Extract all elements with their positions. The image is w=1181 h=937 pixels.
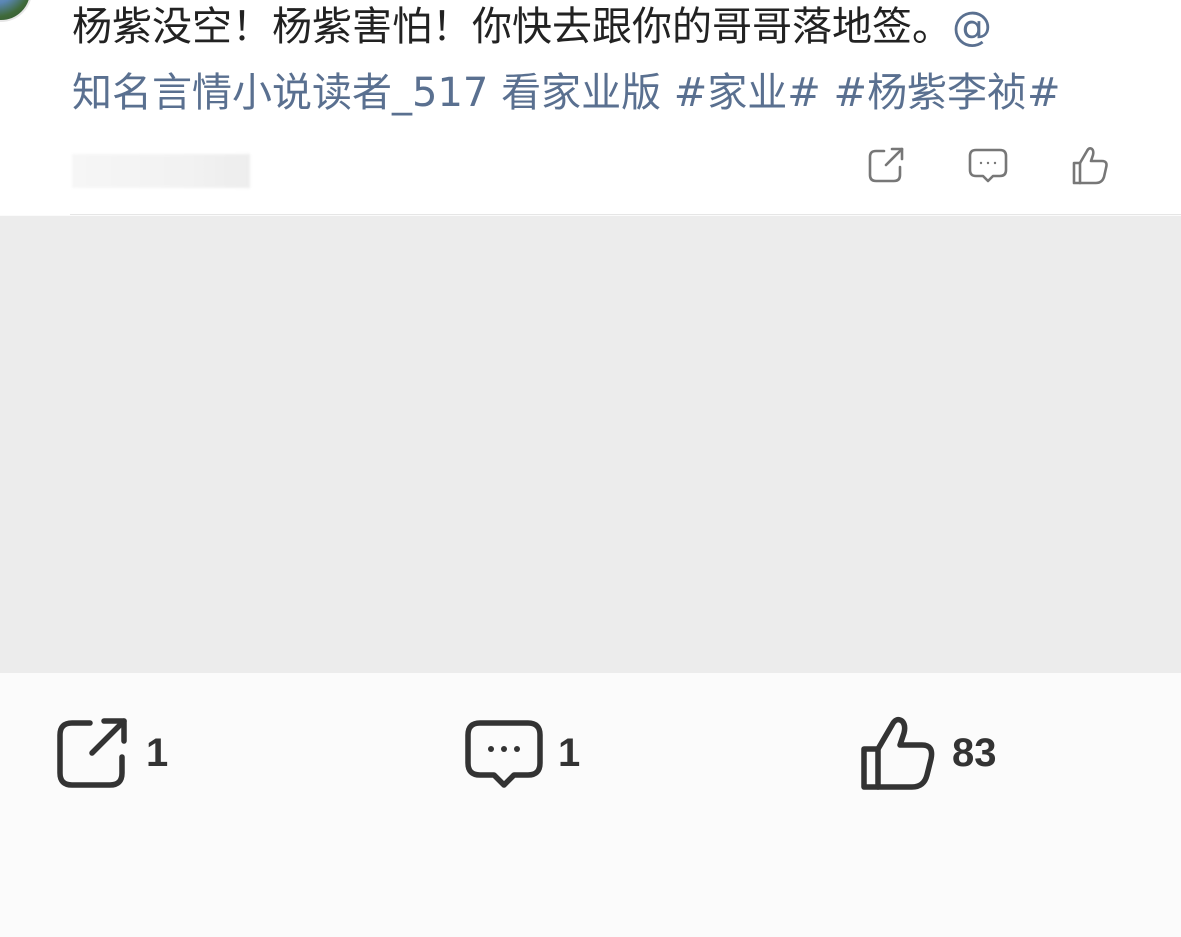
comment-button[interactable]: 1 [464,713,580,793]
like-icon [1072,147,1108,185]
media-placeholder [0,216,1181,673]
post-card: 杨紫没空！杨紫害怕！你快去跟你的哥哥落地签。@ 知名言情小说读者_517 看家业… [0,0,1181,215]
share-button[interactable]: 1 [52,713,168,793]
share-count: 1 [146,730,169,775]
like-button[interactable]: 83 [858,713,997,793]
mini-comment-button[interactable] [937,140,1039,190]
share-icon [868,147,904,183]
share-icon [57,718,127,788]
like-icon [861,716,935,790]
mini-share-button[interactable] [835,140,937,190]
post-body-text: 杨紫没空！杨紫害怕！你快去跟你的哥哥落地签。 [72,4,952,50]
post-tail-text: 看家业版 [488,70,674,116]
comment-icon [465,720,543,788]
post-text-line1: 杨紫没空！杨紫害怕！你快去跟你的哥哥落地签。@ [72,0,992,60]
bottom-action-bar: 1 1 83 [0,673,1181,937]
avatar[interactable] [0,0,32,22]
post-mini-actions [835,140,1141,190]
hashtag-link[interactable]: #杨紫李祯# [834,70,1061,116]
mention-at-symbol[interactable]: @ [952,4,992,50]
comment-count: 1 [558,730,581,775]
mini-like-button[interactable] [1039,140,1141,190]
post-meta-blurred [72,154,250,188]
comment-icon [968,148,1008,183]
hashtag-link[interactable]: #家业# [674,70,821,116]
mention-link[interactable]: 知名言情小说读者_517 [72,70,488,116]
like-count: 83 [952,730,997,775]
post-text-line2: 知名言情小说读者_517 看家业版 #家业# #杨紫李祯# [72,60,1061,126]
divider [70,214,1181,215]
